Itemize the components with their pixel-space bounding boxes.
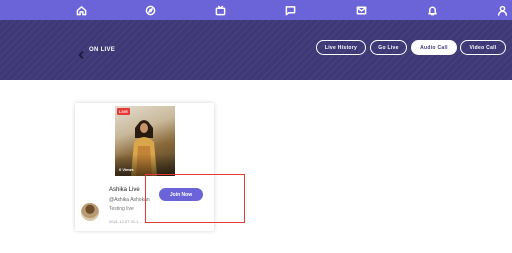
thumbnail-shade <box>115 154 175 176</box>
tab-video-call[interactable]: Video Call <box>460 40 506 55</box>
chat-icon[interactable] <box>284 4 296 16</box>
stream-thumbnail[interactable]: LIVE 0 Views <box>115 106 175 176</box>
join-now-button[interactable]: Join Now <box>159 188 203 201</box>
streamer-name: Ashika Live <box>109 187 140 193</box>
page-banner: ON LIVE Live History Go Live Audio Call … <box>0 20 512 80</box>
compass-icon[interactable] <box>144 4 156 16</box>
live-stream-card: LIVE 0 Views Ashika Live @Ashika Ashokan… <box>75 103 214 231</box>
arrow-left-icon <box>77 46 85 59</box>
home-icon[interactable] <box>75 4 87 16</box>
tab-live-history[interactable]: Live History <box>316 40 366 55</box>
tab-audio-call[interactable]: Audio Call <box>411 40 457 55</box>
bell-icon[interactable] <box>426 4 438 16</box>
tv-icon[interactable] <box>214 4 226 16</box>
views-count: 0 Views <box>119 167 134 172</box>
live-badge: LIVE <box>117 108 130 115</box>
stream-date: 2021-12-07 01:1... <box>109 219 142 224</box>
avatar[interactable] <box>81 203 99 221</box>
page-title: ON LIVE <box>89 47 116 53</box>
top-nav-bar <box>0 0 512 20</box>
back-button[interactable]: ON LIVE <box>77 46 116 59</box>
tab-go-live[interactable]: Go Live <box>370 40 407 55</box>
streamer-handle: @Ashika Ashokan <box>109 197 150 203</box>
mail-icon[interactable] <box>355 4 367 16</box>
user-icon[interactable] <box>496 4 508 16</box>
stream-description: Testing live <box>109 206 134 212</box>
